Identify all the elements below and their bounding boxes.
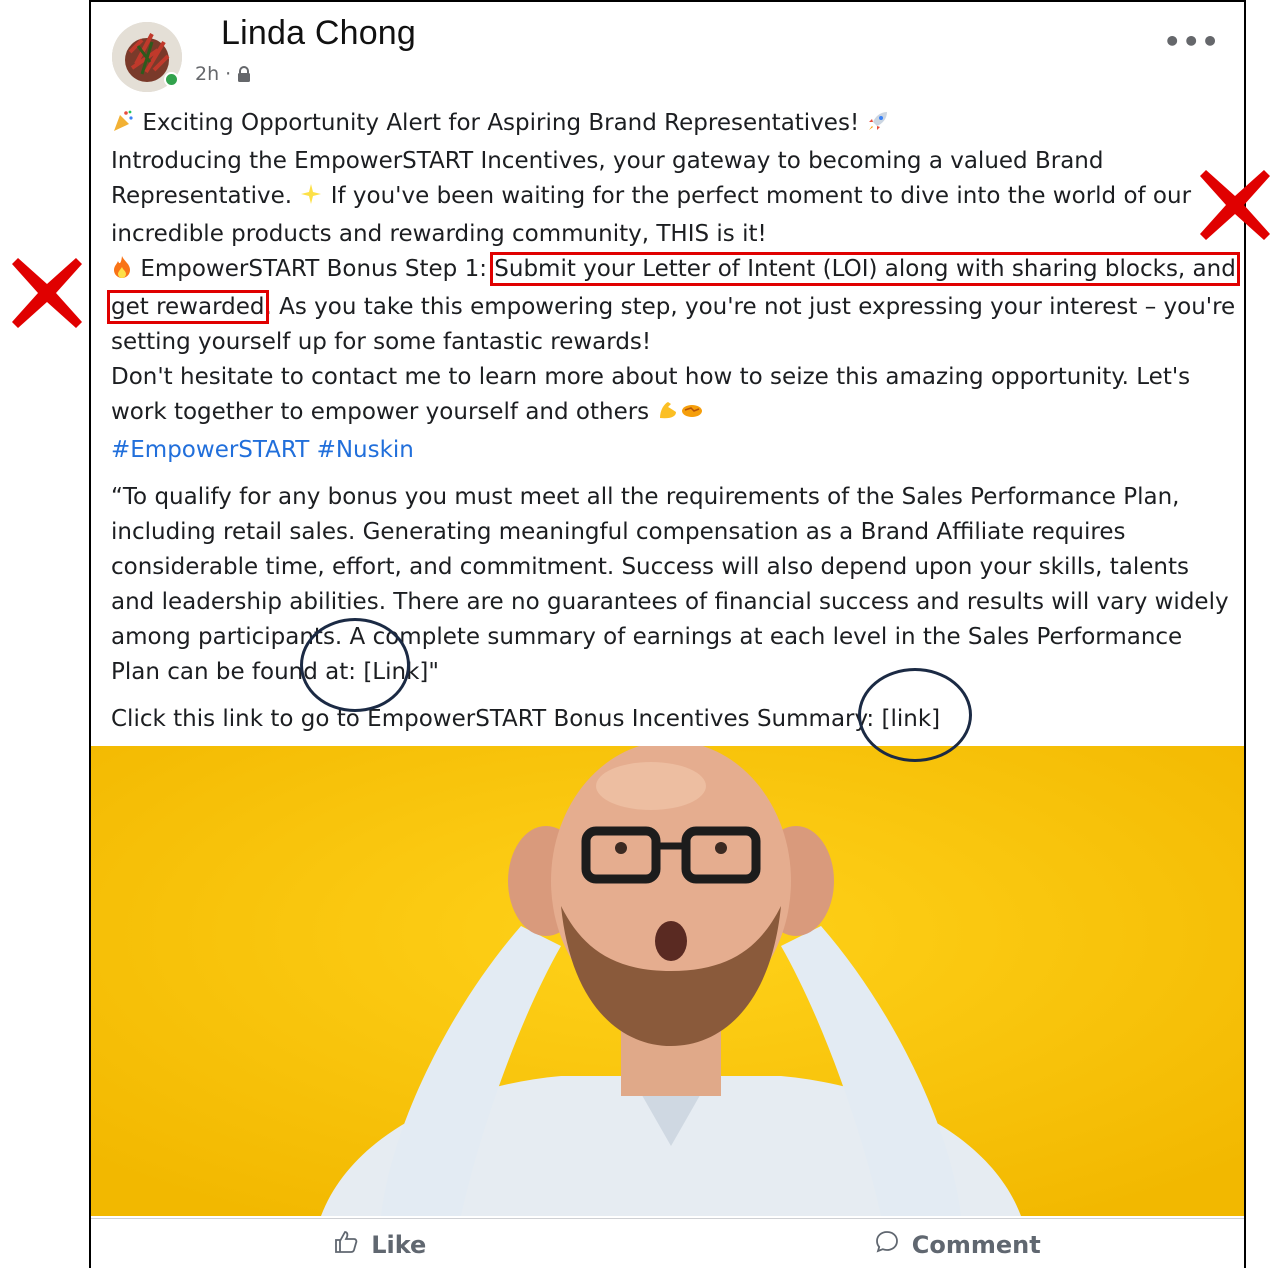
like-label: Like — [371, 1231, 427, 1259]
post-body: Exciting Opportunity Alert for Aspiring … — [107, 106, 1240, 737]
headline-line: Exciting Opportunity Alert for Aspiring … — [111, 106, 1236, 144]
handshake-icon — [680, 398, 704, 433]
like-button[interactable]: Like — [91, 1219, 669, 1268]
red-x-mark-right — [1200, 170, 1270, 240]
contact-text: Don't hesitate to contact me to learn mo… — [111, 364, 1191, 425]
rocket-icon — [866, 109, 890, 144]
disclaimer: “To qualify for any bonus you must meet … — [111, 484, 1229, 685]
hashtags[interactable]: #EmpowerSTART #Nuskin — [111, 433, 1236, 468]
step-line: EmpowerSTART Bonus Step 1: Submit your L… — [107, 252, 1240, 360]
more-icon[interactable]: ••• — [1163, 28, 1220, 56]
link-circle-annotation-1 — [300, 618, 410, 712]
like-icon — [333, 1229, 359, 1261]
contact-line: Don't hesitate to contact me to learn mo… — [111, 360, 1236, 433]
comment-label: Comment — [911, 1231, 1041, 1259]
fire-icon — [111, 255, 133, 290]
post-image[interactable] — [91, 746, 1244, 1216]
facebook-post-card: Linda Chong 2h · ••• Exciting Opportunit… — [89, 0, 1246, 1268]
post-meta: 2h · — [195, 63, 253, 85]
intro-line: Introducing the EmpowerSTART Incentives,… — [111, 144, 1236, 252]
link-circle-annotation-2 — [858, 668, 972, 762]
online-status-dot — [164, 72, 179, 87]
party-popper-icon — [111, 109, 135, 144]
comment-button[interactable]: Comment — [669, 1219, 1245, 1268]
summary-link-line[interactable]: Click this link to go to EmpowerSTART Bo… — [111, 702, 1236, 737]
step-prefix: EmpowerSTART Bonus Step 1: — [140, 256, 487, 282]
sparkle-icon — [299, 182, 323, 217]
post-actions: Like Comment — [91, 1218, 1245, 1268]
headline-text: Exciting Opportunity Alert for Aspiring … — [142, 110, 860, 136]
red-x-mark-left — [12, 258, 82, 328]
author-name[interactable]: Linda Chong — [221, 14, 416, 53]
post-time[interactable]: 2h · — [195, 63, 231, 85]
step-rest: . As you take this empowering step, you'… — [111, 294, 1236, 355]
lock-icon — [235, 65, 253, 83]
comment-icon — [874, 1229, 900, 1261]
flexed-biceps-icon — [656, 398, 680, 433]
